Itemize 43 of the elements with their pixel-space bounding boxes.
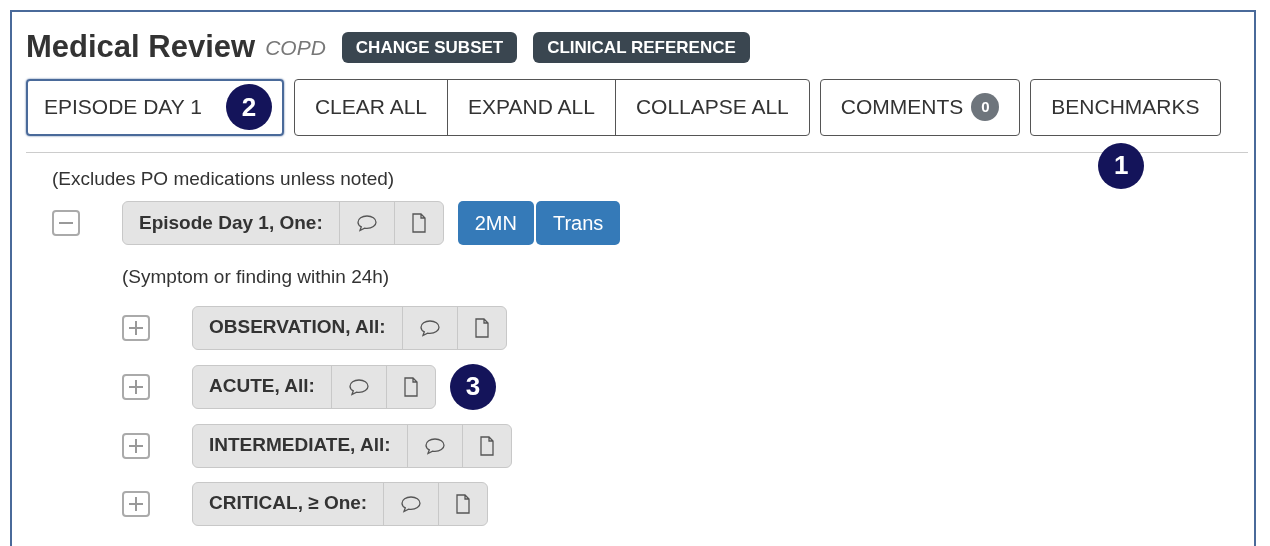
document-icon: [478, 435, 495, 456]
plus-icon: [127, 494, 145, 513]
comment-icon: [355, 214, 378, 232]
criteria-label[interactable]: OBSERVATION, All:: [193, 306, 403, 349]
benchmarks-button[interactable]: BENCHMARKS: [1030, 78, 1221, 136]
toolbar-button[interactable]: COLLAPSE ALL: [614, 79, 809, 135]
tag: 2MN: [457, 201, 534, 245]
callout-marker: 2: [225, 84, 272, 130]
note-text: (Excludes PO medications unless noted): [52, 166, 395, 191]
expand-toggle[interactable]: [122, 490, 150, 517]
callout-marker: 3: [449, 363, 496, 410]
comments-button[interactable]: COMMENTS 0: [819, 78, 1021, 136]
expand-toggle[interactable]: [122, 373, 150, 400]
header-button[interactable]: CLINICAL REFERENCE: [533, 31, 750, 63]
comment-icon: [423, 436, 446, 455]
subset-label: COPD: [265, 34, 326, 61]
collapse-toggle[interactable]: [52, 210, 80, 236]
comment-icon: [400, 494, 423, 513]
callout-marker: 1: [1098, 142, 1145, 189]
criteria-label[interactable]: CRITICAL, ≥ One:: [193, 482, 385, 525]
criteria-label[interactable]: INTERMEDIATE, All:: [193, 424, 408, 467]
tag: Trans: [535, 201, 621, 245]
page-title: Medical Review: [26, 28, 256, 66]
comment-icon: [347, 377, 370, 396]
episode-tab[interactable]: EPISODE DAY 1 2: [26, 78, 284, 136]
toolbar-button[interactable]: CLEAR ALL: [294, 79, 448, 135]
comment-icon: [418, 318, 441, 337]
toolbar-button[interactable]: EXPAND ALL: [447, 79, 615, 135]
criteria-label[interactable]: Episode Day 1, One:: [123, 202, 340, 244]
header-button[interactable]: CHANGE SUBSET: [341, 31, 518, 63]
document-icon: [455, 493, 472, 514]
minus-icon: [57, 222, 75, 224]
count-badge: 0: [971, 93, 1000, 121]
expand-toggle[interactable]: [122, 314, 150, 341]
plus-icon: [127, 436, 145, 455]
document-icon: [473, 317, 490, 338]
plus-icon: [127, 318, 145, 337]
expand-toggle[interactable]: [122, 432, 150, 459]
document-icon: [402, 376, 419, 397]
plus-icon: [127, 377, 145, 396]
document-icon: [410, 213, 427, 233]
note-text: (Symptom or finding within 24h): [122, 265, 390, 289]
criteria-label[interactable]: ACUTE, All:: [193, 365, 332, 408]
